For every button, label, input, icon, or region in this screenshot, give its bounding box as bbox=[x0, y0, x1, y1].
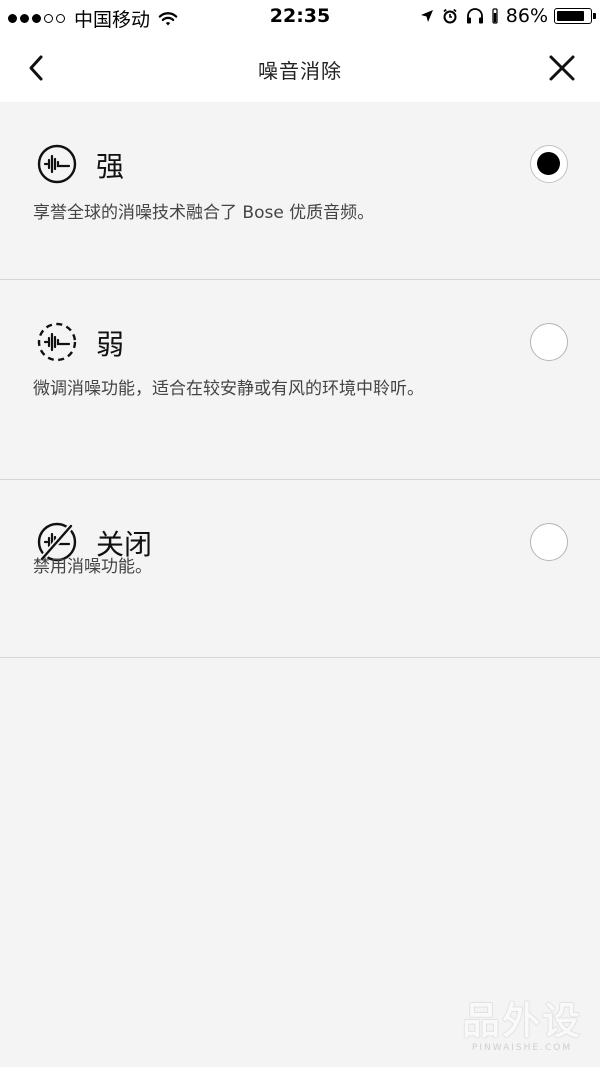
watermark-logo: 品外设 PINWAISHE.COM bbox=[462, 990, 582, 1053]
radio-high[interactable] bbox=[530, 145, 568, 183]
option-description: 微调消噪功能，适合在较安静或有风的环境中聆听。 bbox=[33, 379, 424, 399]
option-off[interactable]: 关闭 禁用消噪功能。 bbox=[0, 480, 600, 658]
watermark-url: PINWAISHE.COM bbox=[471, 1043, 573, 1053]
battery-icon bbox=[554, 8, 596, 24]
noise-cancel-options: 强 享誉全球的消噪技术融合了 Bose 优质音频。 弱 微调消噪功能，适合在较安… bbox=[0, 102, 600, 658]
headphones-icon bbox=[466, 8, 483, 24]
option-title: 弱 bbox=[96, 328, 125, 361]
status-bar: 中国移动 22:35 86% bbox=[0, 0, 600, 34]
battery-percent: 86% bbox=[505, 5, 548, 27]
location-arrow-icon bbox=[420, 10, 433, 22]
noise-cancel-high-icon bbox=[37, 144, 77, 184]
radio-low[interactable] bbox=[530, 323, 568, 361]
page-title: 噪音消除 bbox=[258, 59, 342, 83]
radio-off[interactable] bbox=[530, 523, 568, 561]
option-title: 强 bbox=[96, 150, 125, 183]
option-description: 禁用消噪功能。 bbox=[33, 557, 152, 577]
watermark-text: 品外设 bbox=[461, 999, 582, 1043]
noise-cancel-low-icon bbox=[37, 322, 77, 362]
option-description: 享誉全球的消噪技术融合了 Bose 优质音频。 bbox=[33, 203, 375, 223]
headphone-battery-icon bbox=[492, 8, 498, 24]
alarm-icon bbox=[443, 8, 457, 24]
option-high[interactable]: 强 享誉全球的消噪技术融合了 Bose 优质音频。 bbox=[0, 102, 600, 280]
status-right: 86% bbox=[412, 5, 596, 27]
option-low[interactable]: 弱 微调消噪功能，适合在较安静或有风的环境中聆听。 bbox=[0, 280, 600, 480]
close-button[interactable] bbox=[544, 50, 580, 86]
close-icon bbox=[549, 55, 575, 81]
nav-bar: 噪音消除 bbox=[0, 34, 600, 102]
